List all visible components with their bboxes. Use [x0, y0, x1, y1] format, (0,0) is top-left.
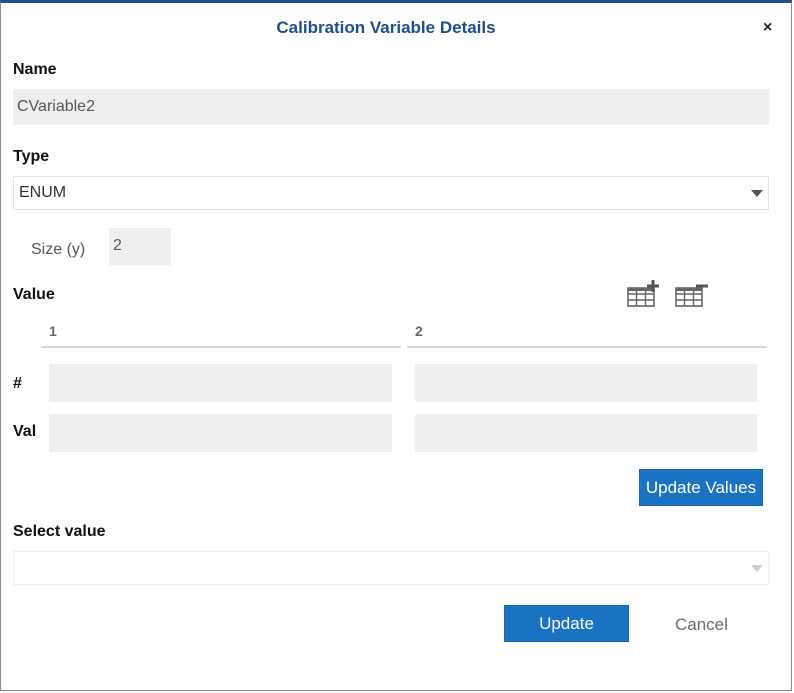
update-values-button[interactable]: Update Values	[639, 469, 763, 506]
cancel-button[interactable]: Cancel	[675, 615, 728, 635]
dialog-title: Calibration Variable Details	[276, 18, 496, 37]
size-value: 2	[113, 237, 122, 254]
size-label: Size (y)	[31, 241, 86, 258]
column-divider-2	[407, 346, 767, 348]
close-icon[interactable]: ×	[763, 20, 772, 36]
column-header-2: 2	[415, 323, 423, 339]
row-label-val: Val	[13, 423, 37, 440]
chevron-down-icon[interactable]	[751, 565, 763, 572]
table-add-icon[interactable]	[626, 279, 660, 309]
value-label: Value	[13, 286, 55, 303]
val-cell-2[interactable]	[415, 414, 757, 452]
row-label-index: #	[13, 375, 22, 392]
name-label: Name	[13, 61, 57, 78]
name-value: CVariable2	[17, 98, 95, 115]
index-cell-1[interactable]	[49, 364, 392, 402]
size-field[interactable]: 2	[109, 228, 171, 265]
table-remove-icon[interactable]	[674, 283, 710, 309]
type-selected-value: ENUM	[19, 184, 67, 201]
chevron-down-icon[interactable]	[751, 190, 763, 197]
index-cell-2[interactable]	[415, 364, 757, 402]
column-divider-1	[41, 346, 401, 348]
type-select[interactable]: ENUM	[13, 176, 769, 210]
val-cell-1[interactable]	[49, 414, 392, 452]
column-header-1: 1	[49, 323, 57, 339]
calibration-variable-dialog: Calibration Variable Details × Name CVar…	[0, 0, 792, 691]
select-value-dropdown[interactable]	[13, 551, 769, 585]
name-field[interactable]: CVariable2	[13, 89, 769, 125]
select-value-label: Select value	[13, 523, 106, 540]
update-button[interactable]: Update	[504, 605, 629, 642]
type-label: Type	[13, 148, 50, 165]
